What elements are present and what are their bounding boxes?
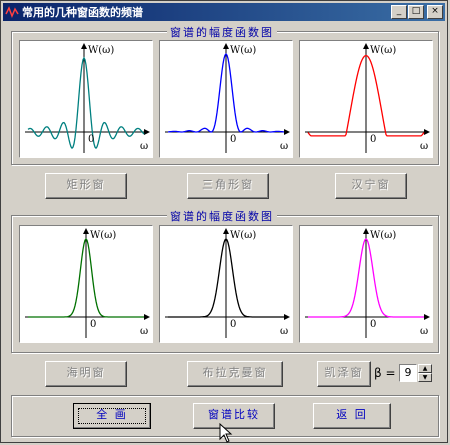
origin-label: 0	[230, 319, 236, 330]
xlabel: ω	[280, 326, 288, 337]
app-icon	[5, 6, 19, 19]
origin-label: 0	[88, 134, 94, 145]
group-label-top: 窗谱的幅度函数图	[167, 24, 277, 40]
origin-label: 0	[230, 134, 236, 145]
ylabel: W(ω)	[88, 45, 114, 56]
ylabel: W(ω)	[90, 230, 116, 241]
plot-triangular-svg: W(ω) 0 ω	[165, 43, 290, 153]
x-arrow-icon	[144, 314, 150, 320]
rectangular-window-button[interactable]: 矩形窗	[45, 173, 127, 199]
minimize-button[interactable]: _	[391, 5, 407, 19]
plot-triangular: W(ω) 0 ω	[159, 40, 293, 158]
plot-rectangular-svg: W(ω) 0 ω	[25, 43, 150, 153]
xlabel: ω	[420, 141, 428, 152]
ylabel: W(ω)	[230, 230, 256, 241]
y-arrow-icon	[363, 228, 369, 234]
spin-up-icon[interactable]: ▲	[418, 364, 432, 373]
x-arrow-icon	[424, 314, 430, 320]
xlabel: ω	[420, 326, 428, 337]
plot-kaiser: W(ω) 0 ω	[299, 225, 433, 343]
plot-kaiser-svg: W(ω) 0 ω	[305, 228, 430, 338]
maximize-button[interactable]: □	[408, 5, 424, 19]
origin-label: 0	[370, 319, 376, 330]
app-window: 常用的几种窗函数的频谱 _ □ × 窗谱的幅度函数图 W(ω) 0 ω W(ω)…	[0, 0, 448, 443]
x-arrow-icon	[424, 129, 430, 135]
y-arrow-icon	[81, 43, 87, 49]
origin-label: 0	[370, 134, 376, 145]
plot-rectangular: W(ω) 0 ω	[19, 40, 153, 158]
window-title: 常用的几种窗函数的频谱	[22, 6, 143, 19]
y-arrow-icon	[223, 43, 229, 49]
origin-label: 0	[90, 319, 96, 330]
xlabel: ω	[280, 141, 288, 152]
triangular-window-button[interactable]: 三角形窗	[187, 173, 269, 199]
hamming-window-button[interactable]: 海明窗	[45, 361, 127, 387]
beta-spinner[interactable]: ▲ ▼	[418, 364, 432, 382]
beta-input[interactable]: 9	[399, 364, 417, 382]
plot-hamming-svg: W(ω) 0 ω	[25, 228, 150, 338]
plot-hanning-svg: W(ω) 0 ω	[305, 43, 430, 153]
group-label-bottom: 窗谱的幅度函数图	[167, 208, 277, 224]
mouse-cursor-icon	[219, 423, 233, 443]
y-arrow-icon	[223, 228, 229, 234]
kaiser-window-button[interactable]: 凯泽窗	[317, 361, 371, 387]
spin-down-icon[interactable]: ▼	[418, 373, 432, 382]
y-arrow-icon	[83, 228, 89, 234]
xlabel: ω	[140, 141, 148, 152]
beta-label: β =	[374, 366, 396, 380]
plot-hamming: W(ω) 0 ω	[19, 225, 153, 343]
blackman-window-button[interactable]: 布拉克曼窗	[187, 361, 283, 387]
xlabel: ω	[140, 326, 148, 337]
plot-blackman-svg: W(ω) 0 ω	[165, 228, 290, 338]
x-arrow-icon	[144, 129, 150, 135]
x-arrow-icon	[284, 129, 290, 135]
compare-spectra-button[interactable]: 窗谱比较	[193, 403, 275, 429]
hanning-window-button[interactable]: 汉宁窗	[335, 173, 407, 199]
close-button[interactable]: ×	[427, 5, 443, 19]
x-arrow-icon	[284, 314, 290, 320]
y-arrow-icon	[363, 43, 369, 49]
focus-rect	[78, 408, 146, 424]
title-bar: 常用的几种窗函数的频谱 _ □ ×	[3, 3, 445, 21]
ylabel: W(ω)	[230, 45, 256, 56]
ylabel: W(ω)	[370, 230, 396, 241]
ylabel: W(ω)	[370, 45, 396, 56]
plot-hanning: W(ω) 0 ω	[299, 40, 433, 158]
plot-blackman: W(ω) 0 ω	[159, 225, 293, 343]
curve-rectangular	[27, 56, 145, 150]
back-button[interactable]: 返 回	[313, 403, 391, 429]
draw-all-button[interactable]: 全 画	[73, 403, 151, 429]
